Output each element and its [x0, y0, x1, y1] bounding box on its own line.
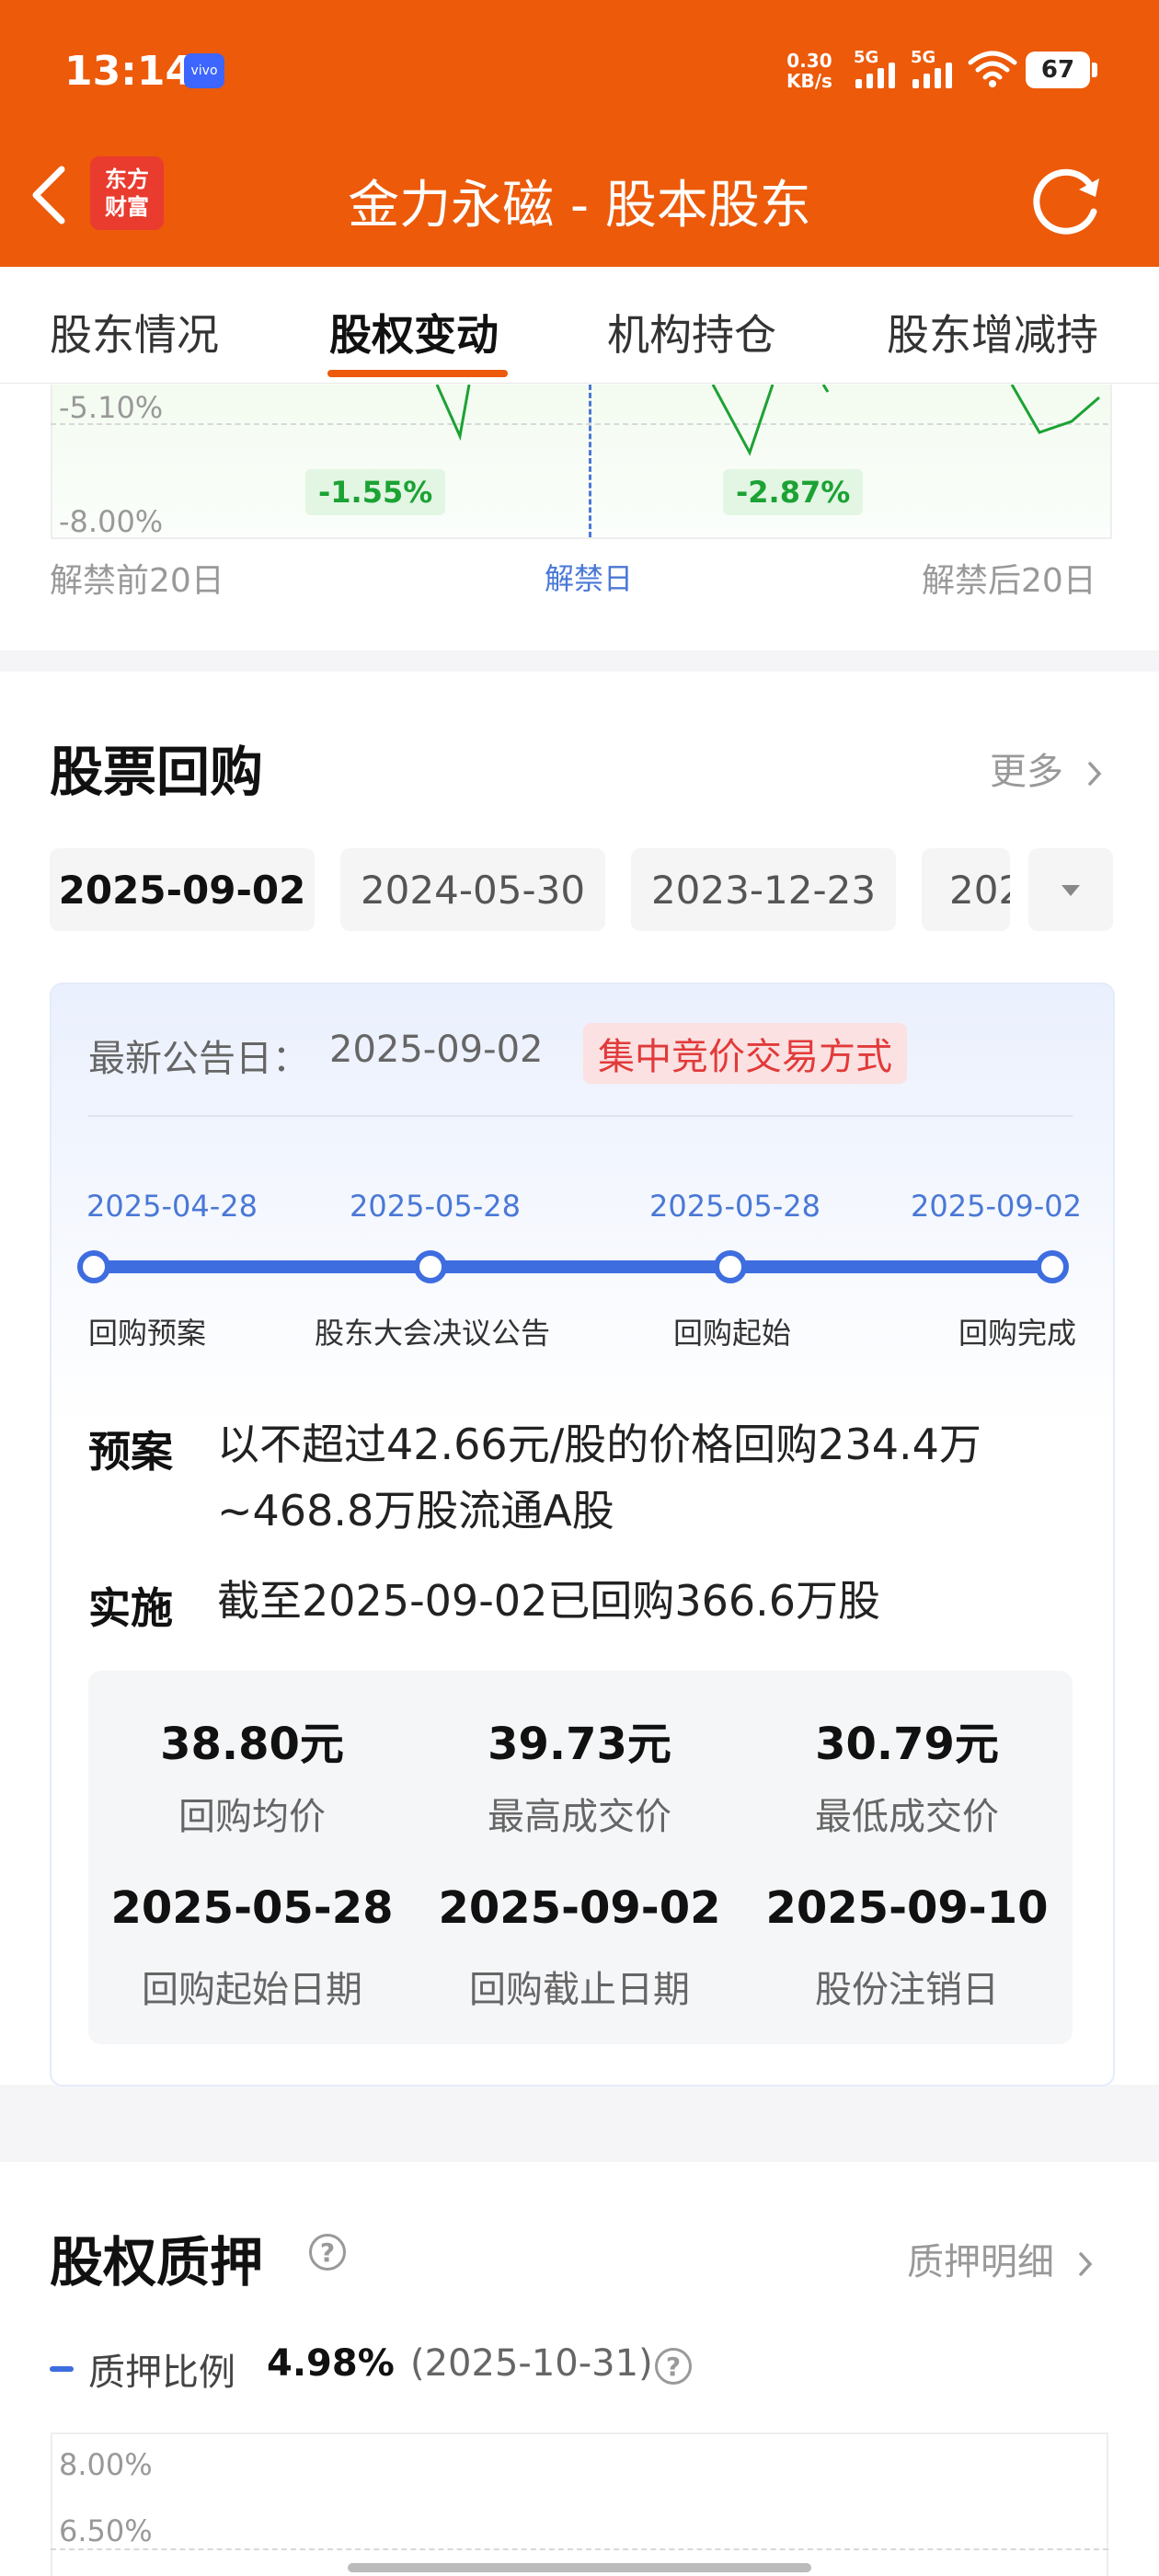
legend-label: 质押比例	[88, 2352, 235, 2394]
stat-min-price: 30.79元	[815, 1719, 999, 1770]
stat-max-price-label: 最高成交价	[488, 1796, 671, 1838]
more-label: 更多	[990, 751, 1063, 793]
legend-swatch	[50, 2366, 74, 2372]
timeline-date-4: 2025-09-02	[911, 1189, 1082, 1224]
date-tab-3[interactable]: 2023-12-23	[631, 848, 896, 931]
timeline-dot	[714, 1250, 747, 1283]
chevron-right-icon	[1078, 2252, 1093, 2276]
chevron-right-icon	[1087, 762, 1102, 786]
plan-text: 以不超过42.66元/股的价格回购234.4万~468.8万股流通A股	[217, 1420, 981, 1535]
home-indicator[interactable]	[348, 2563, 811, 2572]
signal-bars-2-icon	[912, 63, 952, 88]
x-label-unlock-day: 解禁日	[545, 561, 634, 596]
implementation-text: 截至2025-09-02已回购366.6万股	[217, 1576, 881, 1626]
stat-cancel-date: 2025-09-10	[765, 1882, 1049, 1934]
y-tick-label: 6.50%	[59, 2513, 153, 2548]
x-label-after: 解禁后20日	[922, 562, 1096, 600]
stat-end-date-label: 回购截止日期	[469, 1969, 690, 2011]
net-speed-unit: KB/s	[786, 70, 832, 92]
net-speed-value: 0.30	[786, 50, 832, 72]
date-tab-2[interactable]: 2024-05-30	[340, 848, 605, 931]
stat-start-date-label: 回购起始日期	[142, 1969, 362, 2011]
tab-holding-change[interactable]: 股东增减持	[887, 302, 1098, 362]
divider	[88, 1115, 1073, 1117]
wifi-icon	[968, 51, 1017, 87]
caret-down-icon	[1061, 885, 1080, 896]
timeline-label-2: 股东大会决议公告	[315, 1316, 551, 1351]
stat-avg-price: 38.80元	[160, 1719, 344, 1770]
timeline-date-2: 2025-05-28	[350, 1189, 521, 1224]
net-speed: 0.30 KB/s	[786, 51, 832, 91]
stat-min-price-label: 最低成交价	[815, 1796, 999, 1838]
timeline-track	[92, 1260, 1052, 1273]
battery-tip	[1092, 63, 1097, 77]
date-tab-4[interactable]: 202	[922, 848, 1010, 931]
page-title: 金力永磁 - 股本股东	[348, 176, 811, 236]
app-header: 13:14 vivo 0.30 KB/s 5G 5G 67 东方 财富 金力永磁…	[0, 0, 1159, 267]
tab-shareholders[interactable]: 股东情况	[50, 302, 219, 362]
refresh-button[interactable]	[1026, 158, 1108, 241]
legend-date: (2025-10-31)	[410, 2342, 653, 2385]
help-icon[interactable]: ?	[655, 2348, 692, 2385]
implementation-key: 实施	[88, 1583, 173, 1633]
timeline-label-1: 回购预案	[88, 1316, 207, 1351]
timeline-dot	[1036, 1250, 1069, 1283]
timeline-label-4: 回购完成	[958, 1316, 1077, 1351]
date-tab-1[interactable]: 2025-09-02	[50, 848, 315, 931]
help-icon[interactable]: ?	[309, 2234, 346, 2271]
chart-gridline	[51, 2548, 1108, 2550]
tab-bar: 股东情况 股权变动 机构持仓 股东增减持	[0, 267, 1159, 384]
stat-avg-price-label: 回购均价	[178, 1796, 326, 1838]
y-tick-label: -5.10%	[59, 390, 164, 425]
signal-bars-1-icon	[855, 63, 895, 88]
announce-date: 2025-09-02	[329, 1029, 544, 1071]
y-tick-label: -8.00%	[59, 504, 164, 539]
unlock-chart-line	[435, 385, 1100, 456]
pledge-detail-label: 质押明细	[907, 2241, 1054, 2283]
pledge-detail-link[interactable]: 质押明细	[907, 2232, 1097, 2285]
legend-value: 4.98%	[267, 2342, 395, 2385]
buyback-title: 股票回购	[50, 741, 264, 803]
active-tab-indicator	[327, 370, 508, 377]
plan-key: 预案	[88, 1427, 173, 1477]
y-tick-label: 8.00%	[59, 2447, 153, 2482]
timeline-date-3: 2025-05-28	[649, 1189, 820, 1224]
stat-cancel-date-label: 股份注销日	[815, 1969, 999, 2011]
timeline-dot	[414, 1250, 447, 1283]
buyback-method-badge: 集中竞价交易方式	[583, 1023, 907, 1084]
tab-equity-change[interactable]: 股权变动	[329, 302, 499, 362]
pledge-chart	[51, 2432, 1108, 2576]
pledge-title: 股权质押	[50, 2231, 264, 2294]
tab-institutions[interactable]: 机构持仓	[607, 302, 776, 362]
timeline-date-1: 2025-04-28	[86, 1189, 258, 1224]
stat-end-date: 2025-09-02	[438, 1882, 721, 1934]
battery-icon: 67	[1026, 52, 1090, 88]
carrier-badge: vivo	[184, 53, 224, 88]
timeline-label-3: 回购起始	[673, 1316, 792, 1351]
status-time: 13:14	[64, 48, 194, 95]
stat-max-price: 39.73元	[488, 1719, 671, 1770]
buyback-more-link[interactable]: 更多	[990, 742, 1107, 795]
timeline-dot	[77, 1250, 110, 1283]
announce-label: 最新公告日：	[88, 1038, 309, 1080]
post-unlock-change-badge: -2.87%	[723, 469, 864, 515]
stat-start-date: 2025-05-28	[110, 1882, 394, 1934]
x-label-before: 解禁前20日	[50, 562, 224, 600]
date-dropdown-button[interactable]	[1028, 848, 1113, 931]
pre-unlock-change-badge: -1.55%	[305, 469, 446, 515]
